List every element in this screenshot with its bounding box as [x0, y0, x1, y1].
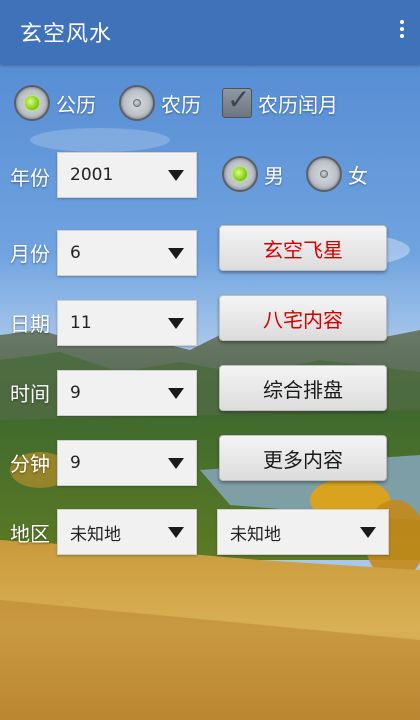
radio-selected-icon — [14, 85, 50, 121]
radio-selected-icon — [222, 156, 258, 192]
xuankong-button[interactable]: 玄空飞星 — [219, 225, 387, 271]
region-province-spinner[interactable]: 未知地 — [57, 509, 197, 555]
dropdown-arrow-icon — [360, 526, 376, 538]
year-value: 2001 — [70, 165, 114, 185]
region-city-value: 未知地 — [230, 524, 281, 545]
male-label: 男 — [264, 163, 284, 188]
year-label: 年份 — [10, 166, 50, 190]
leap-month-label: 农历闰月 — [258, 92, 338, 117]
day-label: 日期 — [10, 312, 50, 336]
app-title: 玄空风水 — [20, 22, 113, 47]
dropdown-arrow-icon — [168, 526, 184, 538]
zonghe-button[interactable]: 综合排盘 — [219, 365, 387, 411]
checkbox-checked-icon: ✓ — [222, 83, 252, 118]
month-label: 月份 — [10, 242, 50, 266]
female-radio[interactable]: 女 — [306, 156, 368, 192]
solar-calendar-label: 公历 — [56, 92, 96, 117]
year-spinner[interactable]: 2001 — [57, 152, 197, 198]
day-value: 11 — [70, 313, 92, 333]
hour-label: 时间 — [10, 382, 50, 406]
more-button[interactable]: 更多内容 — [219, 435, 387, 481]
month-spinner[interactable]: 6 — [57, 230, 197, 276]
minute-value: 9 — [70, 453, 81, 473]
month-value: 6 — [70, 243, 81, 263]
dropdown-arrow-icon — [168, 247, 184, 259]
dropdown-arrow-icon — [168, 169, 184, 181]
radio-unselected-icon — [119, 85, 155, 121]
radio-unselected-icon — [306, 156, 342, 192]
overflow-menu-icon[interactable] — [396, 20, 408, 46]
dropdown-arrow-icon — [168, 387, 184, 399]
lunar-calendar-label: 农历 — [161, 92, 201, 117]
dropdown-arrow-icon — [168, 317, 184, 329]
dropdown-arrow-icon — [168, 457, 184, 469]
region-city-spinner[interactable]: 未知地 — [217, 509, 389, 555]
region-province-value: 未知地 — [70, 524, 121, 545]
hour-value: 9 — [70, 383, 81, 403]
bazhai-button[interactable]: 八宅内容 — [219, 295, 387, 341]
female-label: 女 — [348, 163, 368, 188]
app-bar: 玄空风水 — [0, 0, 420, 64]
hour-spinner[interactable]: 9 — [57, 370, 197, 416]
solar-calendar-radio[interactable]: 公历 — [14, 85, 96, 121]
minute-spinner[interactable]: 9 — [57, 440, 197, 486]
lunar-calendar-radio[interactable]: 农历 — [119, 85, 201, 121]
leap-month-checkbox[interactable]: ✓ 农历闰月 — [222, 83, 338, 118]
minute-label: 分钟 — [10, 452, 50, 476]
day-spinner[interactable]: 11 — [57, 300, 197, 346]
region-label: 地区 — [10, 522, 50, 546]
male-radio[interactable]: 男 — [222, 156, 284, 192]
